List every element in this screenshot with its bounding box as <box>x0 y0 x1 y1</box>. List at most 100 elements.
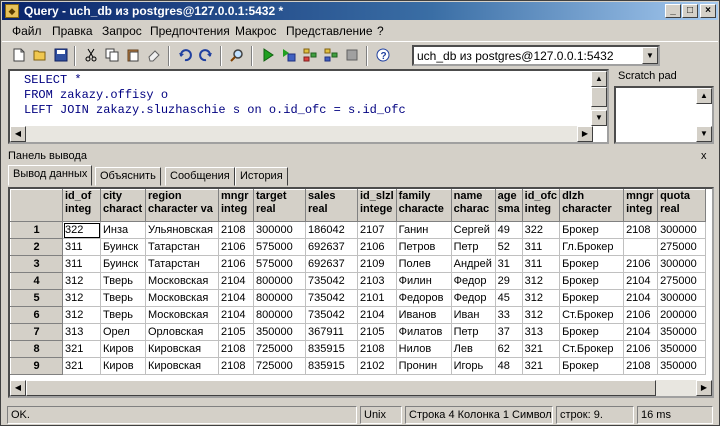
table-cell[interactable] <box>623 238 659 256</box>
table-cell[interactable]: Игорь <box>450 357 496 375</box>
row-number[interactable]: 3 <box>10 255 63 273</box>
table-cell[interactable]: 312 <box>62 289 101 307</box>
explain-button[interactable] <box>301 46 319 64</box>
table-cell[interactable]: 800000 <box>253 272 306 290</box>
minimize-button[interactable]: _ <box>665 4 681 18</box>
table-cell[interactable]: 800000 <box>253 289 306 307</box>
column-header[interactable]: id_of integ <box>62 189 101 222</box>
new-file-button[interactable] <box>10 46 28 64</box>
editor-vertical-scrollbar[interactable]: ▲ ▼ <box>591 71 607 126</box>
table-row[interactable]: 7 313 Орел Орловская 2105 350000 367911 2105 Фил… <box>10 323 707 341</box>
table-cell[interactable]: 2102 <box>357 357 397 375</box>
table-cell[interactable]: 2104 <box>623 323 659 341</box>
table-cell[interactable]: 311 <box>62 255 101 273</box>
table-cell[interactable]: Федор <box>450 289 496 307</box>
table-cell[interactable]: 300000 <box>253 221 306 239</box>
undo-button[interactable] <box>176 46 194 64</box>
table-cell[interactable]: Петров <box>395 238 452 256</box>
tab-history[interactable]: История <box>235 167 288 186</box>
table-row[interactable]: 9 321 Киров Кировская 2108 725000 835915 2102 Пр… <box>10 357 707 375</box>
table-cell[interactable]: Тверь <box>100 306 146 324</box>
table-cell[interactable]: Ганин <box>395 221 452 239</box>
table-cell[interactable]: 735042 <box>305 306 358 324</box>
table-cell[interactable]: 2106 <box>357 238 397 256</box>
title-bar[interactable]: ◆ Query - uch_db из postgres@127.0.0.1:5… <box>2 2 718 20</box>
column-header[interactable]: region character va <box>145 189 219 222</box>
table-cell[interactable]: 321 <box>62 357 101 375</box>
table-cell[interactable]: 692637 <box>305 238 358 256</box>
table-cell[interactable]: Петр <box>450 238 496 256</box>
table-cell[interactable]: Ст.Брокер <box>559 340 625 358</box>
table-cell[interactable]: Нилов <box>395 340 452 358</box>
table-cell[interactable]: 2103 <box>357 272 397 290</box>
execute-to-file-button[interactable] <box>280 46 298 64</box>
table-cell[interactable]: Тверь <box>100 272 146 290</box>
menu-view[interactable]: Представление <box>286 24 373 38</box>
table-cell[interactable]: Орел <box>100 323 146 341</box>
grid-horizontal-scrollbar[interactable]: ◀ ▶ <box>10 380 712 396</box>
cut-button[interactable] <box>82 46 100 64</box>
table-cell[interactable]: 575000 <box>253 238 306 256</box>
table-cell[interactable]: 367911 <box>305 323 358 341</box>
table-cell[interactable]: 49 <box>494 221 523 239</box>
column-header[interactable]: dlzh character <box>559 189 625 222</box>
table-cell[interactable]: 2106 <box>623 306 659 324</box>
table-cell[interactable]: 2106 <box>218 238 254 256</box>
table-cell[interactable]: Буинск <box>100 238 146 256</box>
tab-explain[interactable]: Объяснить <box>95 167 161 186</box>
scroll-right-icon[interactable]: ▶ <box>577 126 593 142</box>
table-cell[interactable]: 311 <box>521 255 561 273</box>
table-cell[interactable]: Андрей <box>450 255 496 273</box>
table-cell[interactable]: 322 <box>62 221 101 239</box>
table-cell[interactable]: 2107 <box>357 221 397 239</box>
table-cell[interactable]: 300000 <box>657 289 707 307</box>
connection-select[interactable]: uch_db из postgres@127.0.0.1:5432 ▼ <box>412 45 660 66</box>
close-icon[interactable]: x <box>701 150 707 162</box>
table-cell[interactable]: 321 <box>521 357 561 375</box>
table-cell[interactable]: Московская <box>145 272 219 290</box>
table-cell[interactable]: 322 <box>521 221 561 239</box>
table-cell[interactable]: 575000 <box>253 255 306 273</box>
table-cell[interactable]: 312 <box>62 306 101 324</box>
redo-button[interactable] <box>197 46 215 64</box>
table-row[interactable]: 8 321 Киров Кировская 2108 725000 835915 2108 Ни… <box>10 340 707 358</box>
table-cell[interactable]: 62 <box>494 340 523 358</box>
row-number[interactable]: 8 <box>10 340 63 358</box>
table-cell[interactable]: 29 <box>494 272 523 290</box>
table-cell[interactable]: Иванов <box>395 306 452 324</box>
row-number[interactable]: 1 <box>10 221 63 239</box>
table-cell[interactable]: Иван <box>450 306 496 324</box>
cancel-query-button[interactable] <box>343 46 361 64</box>
scroll-down-icon[interactable]: ▼ <box>591 110 607 126</box>
column-header[interactable]: target real <box>253 189 306 222</box>
tab-messages[interactable]: Сообщения <box>165 167 235 186</box>
table-cell[interactable]: 2104 <box>623 272 659 290</box>
row-number[interactable]: 5 <box>10 289 63 307</box>
table-cell[interactable]: 350000 <box>657 323 707 341</box>
row-number[interactable]: 6 <box>10 306 63 324</box>
table-cell[interactable]: Брокер <box>559 323 625 341</box>
table-cell[interactable]: 33 <box>494 306 523 324</box>
table-cell[interactable]: 200000 <box>657 306 707 324</box>
row-number[interactable]: 9 <box>10 357 63 375</box>
table-cell[interactable]: 2104 <box>218 289 254 307</box>
table-cell[interactable]: 2101 <box>357 289 397 307</box>
sql-code[interactable]: SELECT * FROM zakazy.offisy o LEFT JOIN za… <box>24 73 406 118</box>
table-cell[interactable]: 2108 <box>623 221 659 239</box>
table-cell[interactable]: Филатов <box>395 323 452 341</box>
table-cell[interactable]: Федоров <box>395 289 452 307</box>
table-cell[interactable]: 350000 <box>657 357 707 375</box>
maximize-button[interactable]: □ <box>682 4 698 18</box>
table-cell[interactable]: Татарстан <box>145 255 219 273</box>
scroll-down-icon[interactable]: ▼ <box>696 126 712 142</box>
execute-button[interactable] <box>259 46 277 64</box>
table-cell[interactable]: Федор <box>450 272 496 290</box>
table-cell[interactable]: 2109 <box>357 255 397 273</box>
table-cell[interactable]: Кировская <box>145 340 219 358</box>
table-cell[interactable]: Брокер <box>559 221 625 239</box>
table-cell[interactable]: 2104 <box>218 306 254 324</box>
table-cell[interactable]: 2104 <box>623 289 659 307</box>
table-cell[interactable]: Пронин <box>395 357 452 375</box>
column-header[interactable]: id_ofc integ <box>521 189 561 222</box>
table-cell[interactable]: 2106 <box>623 255 659 273</box>
